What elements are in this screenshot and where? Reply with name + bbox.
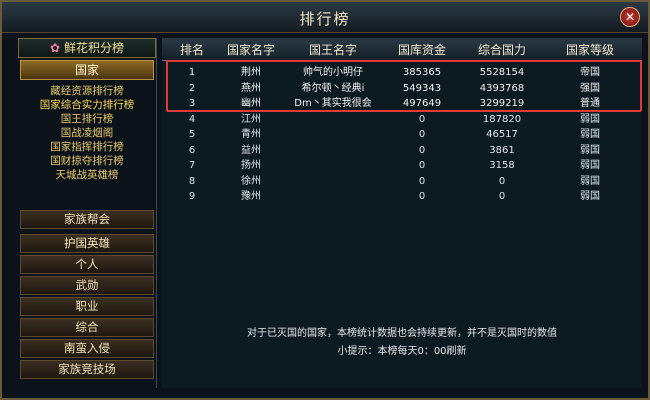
submenu-item[interactable]: 国家指挥排行榜 — [18, 140, 156, 154]
country-tab[interactable]: 国家 — [20, 60, 154, 80]
cell-power: 0 — [498, 191, 506, 202]
cell-treasury: 0 — [418, 113, 426, 125]
cell-country: 豫州 — [241, 191, 261, 202]
table-row: 9 豫州 0 0 弱国 — [162, 189, 642, 204]
table-row: 8 徐州 0 0 弱国 — [162, 174, 642, 189]
submenu-item[interactable]: 天城战英雄榜 — [18, 168, 156, 182]
highlight-box — [166, 60, 642, 112]
cell-treasury: 0 — [418, 191, 426, 202]
southern-invasion-button[interactable]: 南蛮入侵 — [20, 339, 154, 358]
cell-power: 46517 — [486, 129, 518, 140]
personal-button[interactable]: 个人 — [20, 255, 154, 274]
guardian-hero-button[interactable]: 护国英雄 — [20, 234, 154, 253]
overall-button[interactable]: 综合 — [20, 318, 154, 337]
cell-treasury: 0 — [418, 144, 426, 156]
cell-level: 弱国 — [580, 175, 600, 187]
header-level: 国家等级 — [565, 43, 614, 57]
cell-rank: 5 — [188, 129, 196, 140]
table-row: 6 益州 0 3861 弱国 — [162, 143, 642, 158]
cell-rank: 8 — [188, 175, 196, 187]
sidebar: ✿ 鲜花积分榜 国家 藏经资源排行榜 国家综合实力排行榜 国王排行榜 国战凌烟阁 … — [18, 38, 156, 388]
header-power: 综合国力 — [477, 43, 526, 57]
flower-points-label: 鲜花积分榜 — [64, 41, 125, 55]
submenu-item[interactable]: 国财掠夺排行榜 — [18, 154, 156, 168]
footer-tip: 小提示：本榜每天0：00刷新 — [337, 346, 467, 357]
submenu-item[interactable]: 藏经资源排行榜 — [18, 84, 156, 98]
cell-level: 弱国 — [580, 160, 600, 171]
flower-icon: ✿ — [49, 41, 61, 55]
ranking-window: 排行榜 ✕ ✿ 鲜花积分榜 国家 藏经资源排行榜 国家综合实力排行榜 国王排行榜 … — [0, 0, 650, 400]
table-row: 7 扬州 0 3158 弱国 — [162, 158, 642, 173]
header-country: 国家名字 — [226, 43, 275, 57]
cell-power: 3861 — [489, 144, 515, 156]
cell-treasury: 0 — [418, 175, 426, 187]
footer-note: 对于已灭国的国家，本榜统计数据也会持续更新，并不是灭国时的数值 — [247, 328, 557, 339]
cell-level: 弱国 — [580, 144, 600, 156]
header-treasury: 国库资金 — [397, 43, 446, 57]
cell-rank: 9 — [188, 191, 196, 202]
header-rank: 排名 — [179, 43, 204, 57]
cell-level: 弱国 — [580, 129, 600, 140]
merit-button[interactable]: 武勋 — [20, 276, 154, 295]
window-title: 排行榜 — [299, 10, 351, 28]
cell-level: 弱国 — [580, 113, 600, 125]
cell-country: 扬州 — [241, 160, 261, 171]
titlebar: 排行榜 ✕ — [2, 2, 648, 33]
cell-country: 徐州 — [241, 175, 261, 187]
cell-country: 江州 — [241, 113, 261, 125]
divider — [156, 38, 157, 388]
cell-power: 187820 — [482, 113, 522, 125]
table-row: 5 青州 0 46517 弱国 — [162, 127, 642, 142]
family-arena-button[interactable]: 家族竞技场 — [20, 360, 154, 379]
header-king: 国王名字 — [308, 43, 357, 57]
cell-country: 益州 — [241, 144, 261, 156]
ranking-table: 排名 国家名字 国王名字 国库资金 综合国力 国家等级 1 荆州 帅气的小明仔 385… — [162, 38, 642, 388]
flower-points-tab[interactable]: ✿ 鲜花积分榜 — [18, 38, 156, 58]
cell-level: 弱国 — [580, 191, 600, 202]
family-guild-button[interactable]: 家族帮会 — [20, 210, 154, 229]
submenu-item[interactable]: 国家综合实力排行榜 — [18, 98, 156, 112]
cell-rank: 7 — [188, 160, 196, 171]
profession-button[interactable]: 职业 — [20, 297, 154, 316]
table-header: 排名 国家名字 国王名字 国库资金 综合国力 国家等级 — [162, 38, 642, 61]
country-submenu: 藏经资源排行榜 国家综合实力排行榜 国王排行榜 国战凌烟阁 国家指挥排行榜 国财… — [18, 84, 156, 182]
cell-power: 3158 — [489, 160, 515, 171]
cell-power: 0 — [498, 175, 506, 187]
cell-treasury: 0 — [418, 160, 426, 171]
close-icon[interactable]: ✕ — [620, 7, 640, 27]
cell-rank: 4 — [188, 113, 196, 125]
submenu-item[interactable]: 国王排行榜 — [18, 112, 156, 126]
cell-country: 青州 — [241, 129, 261, 140]
table-row: 4 江州 0 187820 弱国 — [162, 112, 642, 127]
cell-rank: 6 — [188, 144, 196, 156]
submenu-item[interactable]: 国战凌烟阁 — [18, 126, 156, 140]
cell-treasury: 0 — [418, 129, 426, 140]
